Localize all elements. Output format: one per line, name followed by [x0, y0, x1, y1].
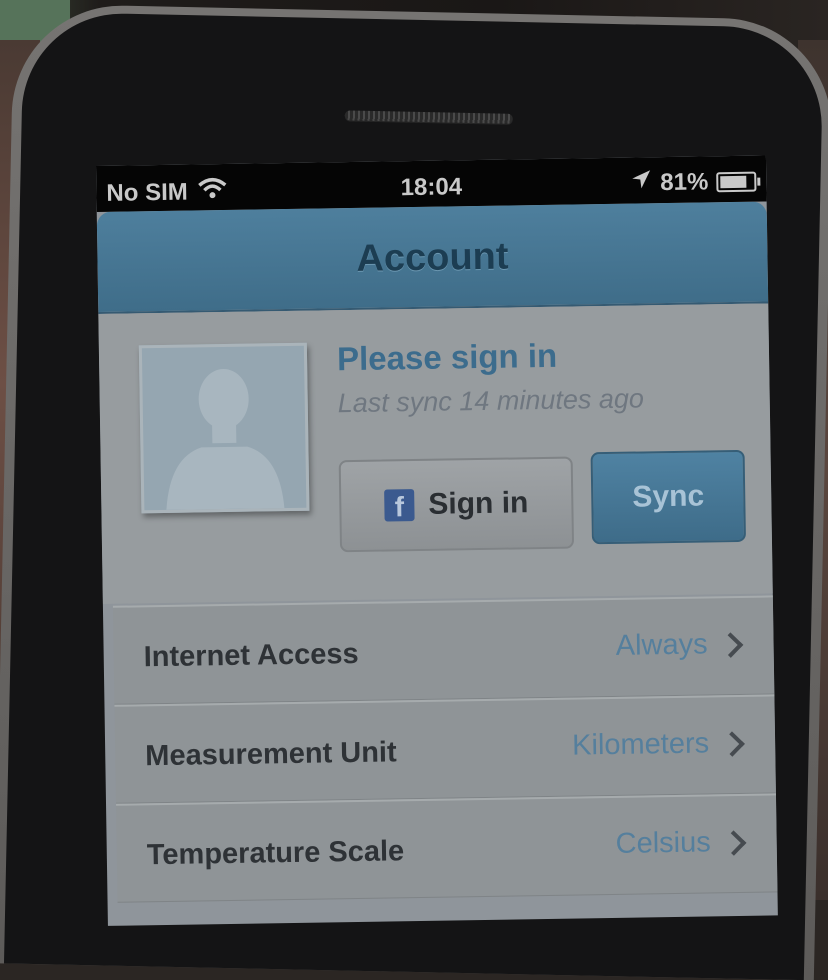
sync-label: Sync: [632, 479, 705, 514]
phone-screen: No SIM 18:04 81% Account Please sign in …: [96, 155, 778, 926]
chevron-right-icon: [720, 830, 747, 856]
setting-value: Celsius: [615, 826, 711, 860]
facebook-icon: f: [384, 489, 415, 522]
location-arrow-icon: [630, 168, 652, 197]
battery-fill: [720, 175, 747, 188]
sync-button[interactable]: Sync: [590, 449, 746, 545]
setting-value: Kilometers: [571, 727, 710, 762]
settings-list: Internet Access Always Measurement Unit …: [112, 595, 778, 903]
setting-value: Always: [615, 628, 708, 662]
facebook-sign-in-button[interactable]: f Sign in: [338, 456, 575, 553]
setting-label: Measurement Unit: [145, 736, 397, 773]
sign-in-prompt: Please sign in: [336, 336, 558, 378]
chevron-right-icon: [719, 731, 745, 757]
sign-in-label: Sign in: [428, 486, 529, 521]
setting-row-measurement-unit[interactable]: Measurement Unit Kilometers: [114, 694, 776, 804]
page-title: Account: [356, 235, 509, 280]
status-right: 81%: [630, 167, 757, 198]
speaker-grille: [344, 110, 513, 124]
last-sync-label: Last sync 14 minutes ago: [337, 383, 645, 419]
avatar-placeholder-icon[interactable]: [138, 342, 310, 514]
battery-percent: 81%: [660, 167, 709, 196]
setting-row-internet-access[interactable]: Internet Access Always: [112, 595, 775, 705]
setting-label: Temperature Scale: [146, 835, 405, 872]
chevron-right-icon: [717, 632, 744, 658]
battery-icon: [716, 171, 757, 192]
setting-label: Internet Access: [143, 637, 359, 674]
navigation-bar: Account: [96, 201, 769, 314]
setting-row-temperature-scale[interactable]: Temperature Scale Celsius: [116, 793, 778, 903]
profile-card: Please sign in Last sync 14 minutes ago …: [98, 303, 773, 604]
